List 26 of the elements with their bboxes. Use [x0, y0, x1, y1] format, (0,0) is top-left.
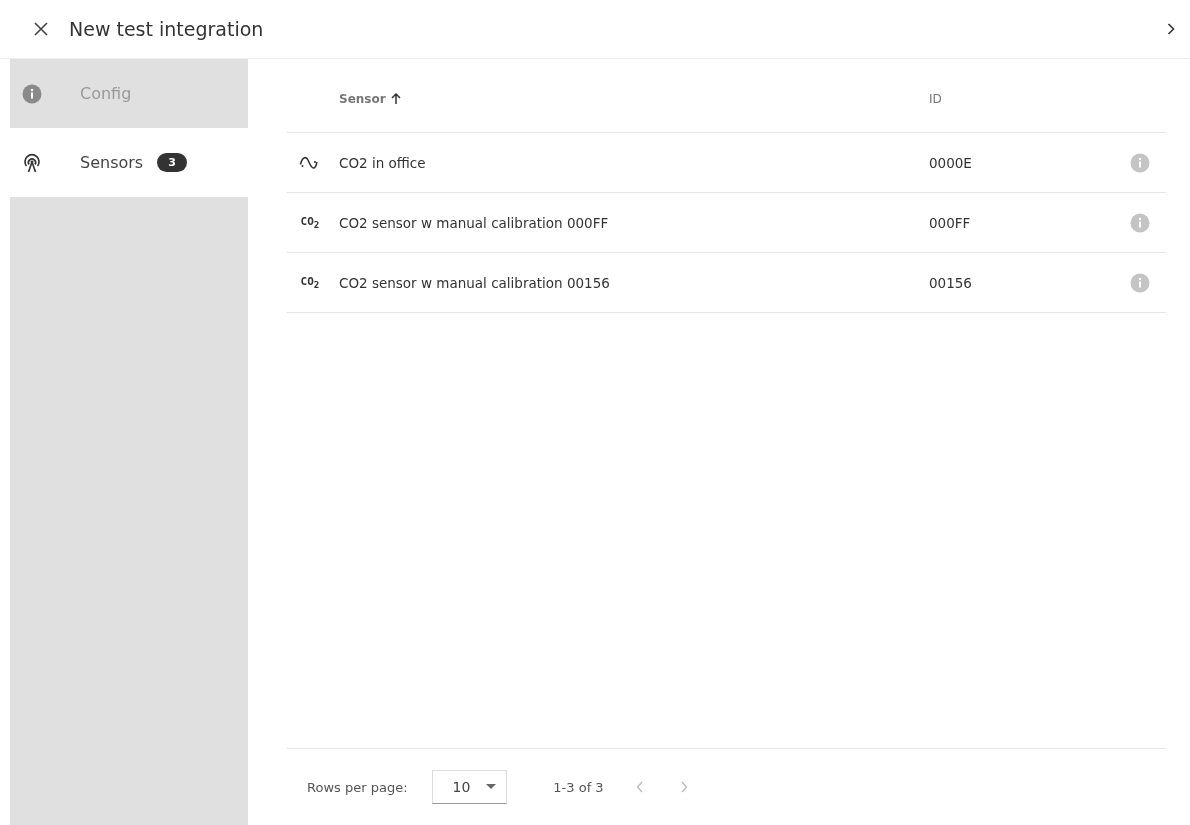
page-title: New test integration — [69, 18, 264, 40]
column-header[interactable]: Sensor — [339, 91, 386, 106]
info-icon[interactable] — [1130, 152, 1150, 173]
info-icon[interactable] — [1130, 272, 1150, 293]
table-cell: CO2 in office — [339, 154, 426, 171]
info-icon[interactable] — [1130, 212, 1150, 233]
chevron-right-icon — [679, 781, 688, 793]
chevron-left-icon — [635, 781, 644, 793]
antenna-icon — [22, 152, 42, 173]
rows-per-page-label: Rows per page: — [307, 779, 408, 795]
caret-icon — [486, 784, 497, 790]
chevron-right-icon[interactable] — [1167, 23, 1175, 35]
table-cell: CO2 sensor w manual calibration 00156 — [339, 274, 610, 291]
column-header[interactable]: ID — [929, 91, 942, 106]
count-badge: 3 — [157, 153, 187, 172]
rows-per-page-select[interactable]: 10 — [431, 770, 508, 804]
table-cell: 00156 — [929, 274, 972, 291]
table-cell: 000FF — [929, 214, 971, 231]
co2-label: CO$_{2}$ — [300, 274, 320, 291]
sidebar-tab[interactable]: Sensors 3 — [10, 128, 248, 197]
table-cell: CO2 sensor w manual calibration 000FF — [339, 214, 609, 231]
info-icon — [22, 83, 42, 104]
co2-label: CO$_{2}$ — [300, 214, 320, 231]
wave-icon — [299, 154, 321, 171]
table-cell: 0000E — [929, 154, 972, 171]
page-range: 1-3 of 3 — [553, 779, 604, 795]
